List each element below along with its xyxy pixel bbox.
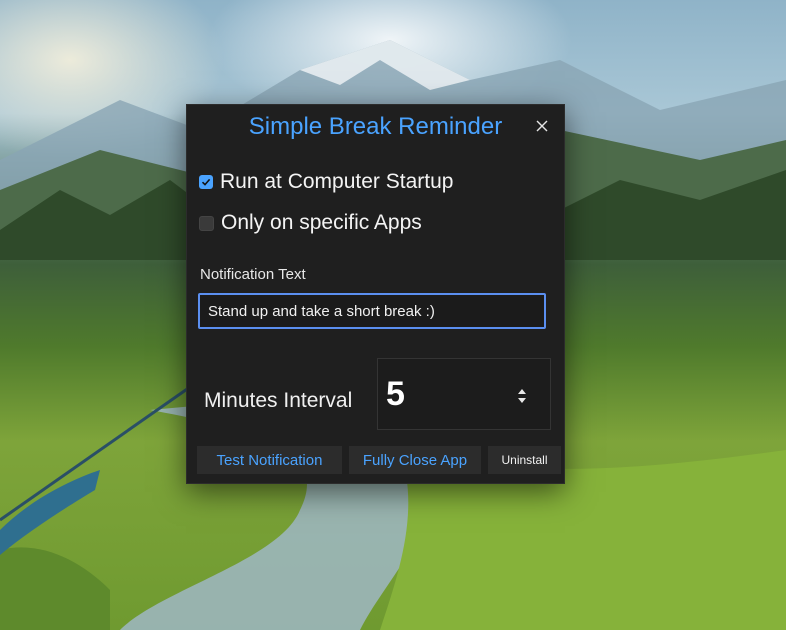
- title-bar: Simple Break Reminder: [187, 105, 564, 147]
- run-at-startup-label: Run at Computer Startup: [220, 170, 454, 193]
- close-icon: [536, 120, 548, 132]
- minutes-interval-value: 5: [386, 375, 405, 413]
- minutes-interval-stepper[interactable]: 5: [377, 358, 551, 430]
- fully-close-app-button[interactable]: Fully Close App: [349, 446, 481, 474]
- close-button[interactable]: [528, 113, 556, 139]
- uninstall-button[interactable]: Uninstall: [488, 446, 561, 474]
- notification-text-label: Notification Text: [200, 266, 306, 283]
- notification-text-input[interactable]: [198, 293, 546, 329]
- hammock: [0, 380, 200, 555]
- run-at-startup-checkbox[interactable]: [199, 175, 213, 189]
- app-window: Simple Break Reminder Run at Computer St…: [186, 104, 565, 484]
- minutes-interval-label: Minutes Interval: [204, 389, 353, 412]
- specific-apps-checkbox[interactable]: [199, 215, 214, 231]
- test-notification-button[interactable]: Test Notification: [197, 446, 342, 474]
- up-down-arrows-icon[interactable]: [516, 387, 528, 405]
- app-title: Simple Break Reminder: [248, 113, 503, 140]
- specific-apps-label: Only on specific Apps: [221, 211, 422, 234]
- run-at-startup-option[interactable]: Run at Computer Startup: [199, 170, 453, 194]
- checkmark-icon: [201, 178, 211, 186]
- specific-apps-option[interactable]: Only on specific Apps: [199, 211, 422, 235]
